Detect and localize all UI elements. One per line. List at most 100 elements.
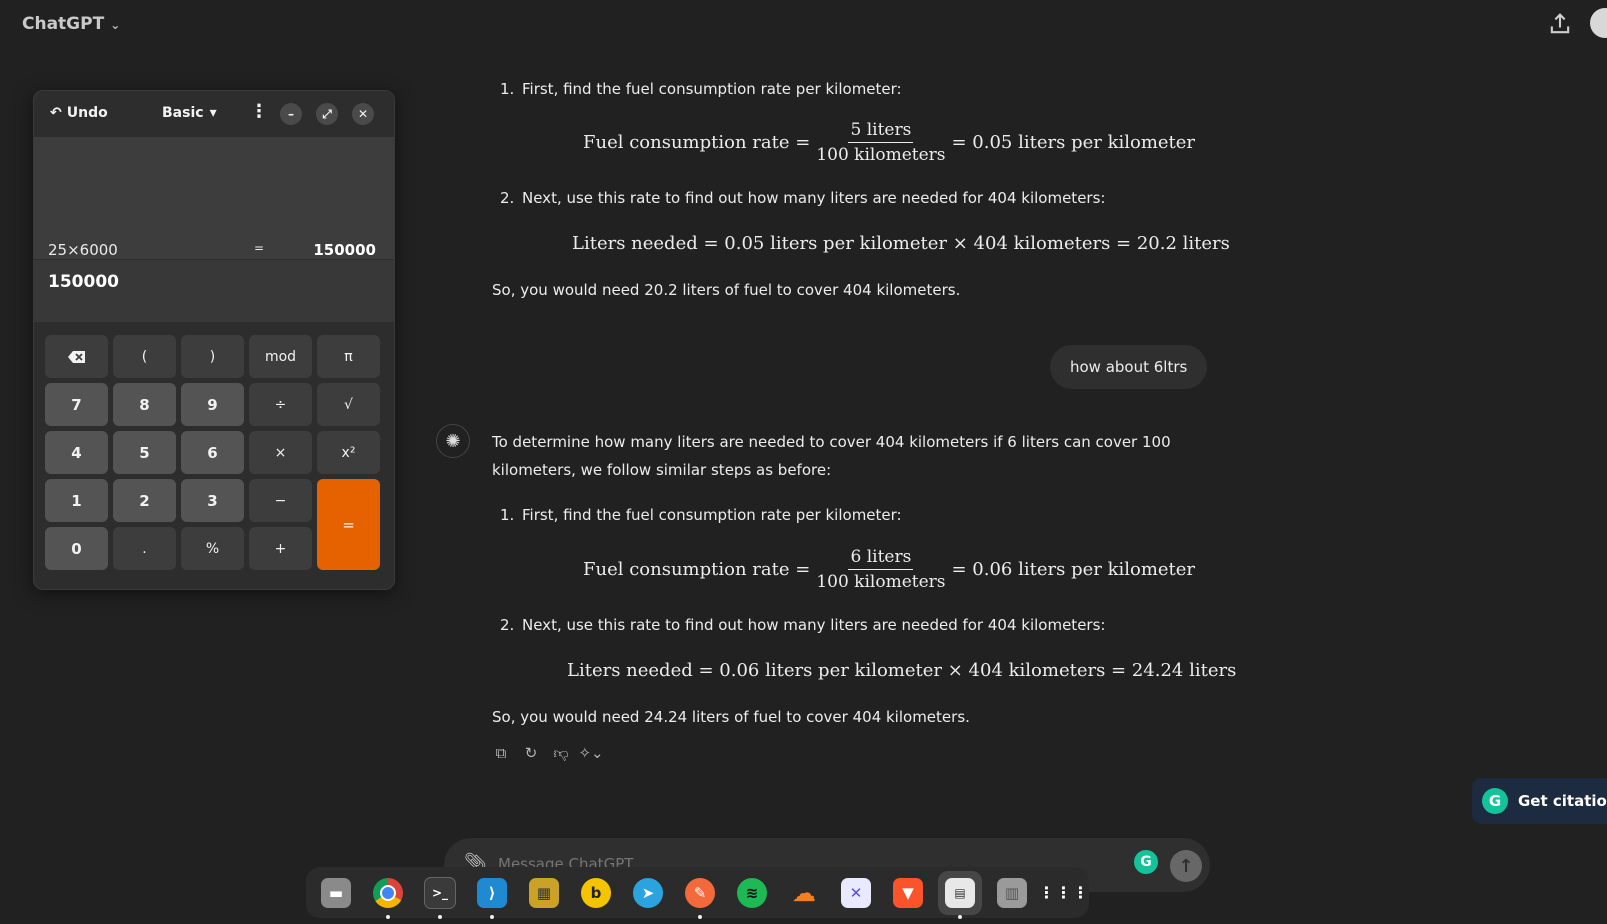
chevron-down-icon: ⌄ [110,18,121,32]
mode-selector[interactable]: Basic ▾ [162,105,217,121]
minimize-button[interactable]: – [280,103,302,125]
citation-label: Get citation [1518,792,1607,810]
digit-2-button[interactable]: 2 [113,479,176,522]
xtool-icon: ✕ [841,877,871,908]
square-button[interactable]: x² [317,431,380,474]
dock-terminal[interactable]: >_ [418,871,462,919]
dock-cloud[interactable]: ☁ [782,871,826,915]
dock-pen[interactable]: ✎ [678,871,722,919]
undo-button[interactable]: ↶ Undo [50,105,108,121]
equals-button[interactable]: = [317,479,380,570]
list-number: 1. [500,80,515,98]
close-button[interactable]: ✕ [352,103,374,125]
list-item: 2. Next, use this rate to find out how ma… [500,189,1105,207]
answer-intro-line: kilometers, we follow similar steps as b… [492,461,832,479]
digit-3-button[interactable]: 3 [181,479,244,522]
digit-6-button[interactable]: 6 [181,431,244,474]
brave-icon: ▼ [893,877,923,908]
digit-7-button[interactable]: 7 [45,383,108,426]
history-result[interactable]: 150000 [313,241,376,259]
pen-icon: ✎ [685,877,715,908]
top-bar: ChatGPT ⌄ [0,0,1607,50]
dock: ▬ >_ ⟩ ▦ b ➤ ✎ ≋ ☁ ✕ ▼ ▤ ▥ ⋮⋮⋮ [306,867,1090,919]
percent-button[interactable]: % [181,527,244,570]
share-icon[interactable] [1546,10,1574,38]
running-indicator [958,914,962,919]
copy-icon[interactable]: ⧉ [492,744,510,762]
dock-app-grid[interactable]: ⋮⋮⋮ [1038,871,1090,915]
digit-1-button[interactable]: 1 [45,479,108,522]
calculator-header: ↶ Undo Basic ▾ ⋮ – ⤢ ✕ [34,91,394,137]
pi-button[interactable]: π [317,335,380,378]
running-indicator [698,914,702,919]
list-item: 2. Next, use this rate to find out how ma… [500,616,1105,634]
chrome-icon [373,877,403,908]
digit-4-button[interactable]: 4 [45,431,108,474]
math-rhs: = 0.06 liters per kilometer [951,559,1196,580]
mode-label: Basic [162,105,204,121]
divide-button[interactable]: ÷ [249,383,312,426]
sqrt-button[interactable]: √ [317,383,380,426]
app-grid-icon: ⋮⋮⋮ [1038,883,1090,902]
get-citation-button[interactable]: G Get citation [1472,778,1607,824]
dock-trash[interactable]: ▥ [990,871,1034,915]
dock-radio[interactable]: ▦ [522,871,566,915]
math-fraction: 5 liters 100 kilometers [816,120,945,165]
digit-9-button[interactable]: 9 [181,383,244,426]
maximize-button[interactable]: ⤢ [316,103,338,125]
files-icon: ▬ [321,877,351,908]
send-button[interactable]: ↑ [1170,850,1202,882]
cloud-icon: ☁ [792,878,816,907]
trash-icon: ▥ [997,877,1027,908]
dock-brave[interactable]: ▼ [886,871,930,915]
model-title: ChatGPT [22,14,105,34]
answer-conclusion: So, you would need 24.24 liters of fuel … [492,708,970,726]
sparkle-icon[interactable]: ✧⌄ [578,744,603,762]
list-number: 2. [500,189,515,207]
math-equation: Liters needed = 0.06 liters per kilomete… [567,660,1237,681]
chatgpt-logo-icon: ✺ [436,424,470,458]
dock-bluemail[interactable]: b [574,871,618,915]
list-text: Next, use this rate to find out how many… [522,616,1106,634]
fraction-denominator: 100 kilometers [816,572,946,592]
user-message: how about 6ltrs [1050,345,1208,389]
math-equation: Fuel consumption rate = 5 liters 100 kil… [583,120,1195,165]
dock-files[interactable]: ▬ [314,871,358,915]
dock-xtool[interactable]: ✕ [834,871,878,915]
add-button[interactable]: + [249,527,312,570]
entry-display[interactable]: 150000 [48,272,119,292]
fraction-denominator: 100 kilometers [816,145,946,165]
dock-chrome[interactable] [366,871,410,919]
history-expression[interactable]: 25×6000 [48,241,118,259]
mod-button[interactable]: mod [249,335,312,378]
dock-spotify[interactable]: ≋ [730,871,774,915]
menu-icon[interactable]: ⋮ [250,101,268,122]
multiply-button[interactable]: × [249,431,312,474]
undo-label: Undo [66,105,108,121]
math-equation: Liters needed = 0.05 liters per kilomete… [572,233,1230,254]
model-selector[interactable]: ChatGPT ⌄ [22,14,120,34]
calculator-icon: ▤ [945,877,975,908]
list-number: 2. [500,616,515,634]
dock-calculator[interactable]: ▤ [938,870,982,919]
open-paren-button[interactable]: ( [113,335,176,378]
decimal-button[interactable]: . [113,527,176,570]
avatar[interactable] [1590,8,1607,38]
running-indicator [490,914,494,919]
grammarly-icon[interactable]: G [1134,850,1158,874]
fraction-numerator: 5 liters [848,120,914,143]
thumbs-down-icon[interactable]: 👎︎ [552,744,570,762]
close-paren-button[interactable]: ) [181,335,244,378]
digit-5-button[interactable]: 5 [113,431,176,474]
subtract-button[interactable]: − [249,479,312,522]
entry-area[interactable]: 150000 [34,259,394,322]
digit-8-button[interactable]: 8 [113,383,176,426]
backspace-button[interactable] [45,335,108,378]
math-equation: Fuel consumption rate = 6 liters 100 kil… [583,547,1195,592]
running-indicator [386,914,390,919]
dock-telegram[interactable]: ➤ [626,871,670,915]
answer-conclusion: So, you would need 20.2 liters of fuel t… [492,281,961,299]
digit-0-button[interactable]: 0 [45,527,108,570]
dock-vscode[interactable]: ⟩ [470,871,514,919]
regenerate-icon[interactable]: ↻ [522,744,540,762]
